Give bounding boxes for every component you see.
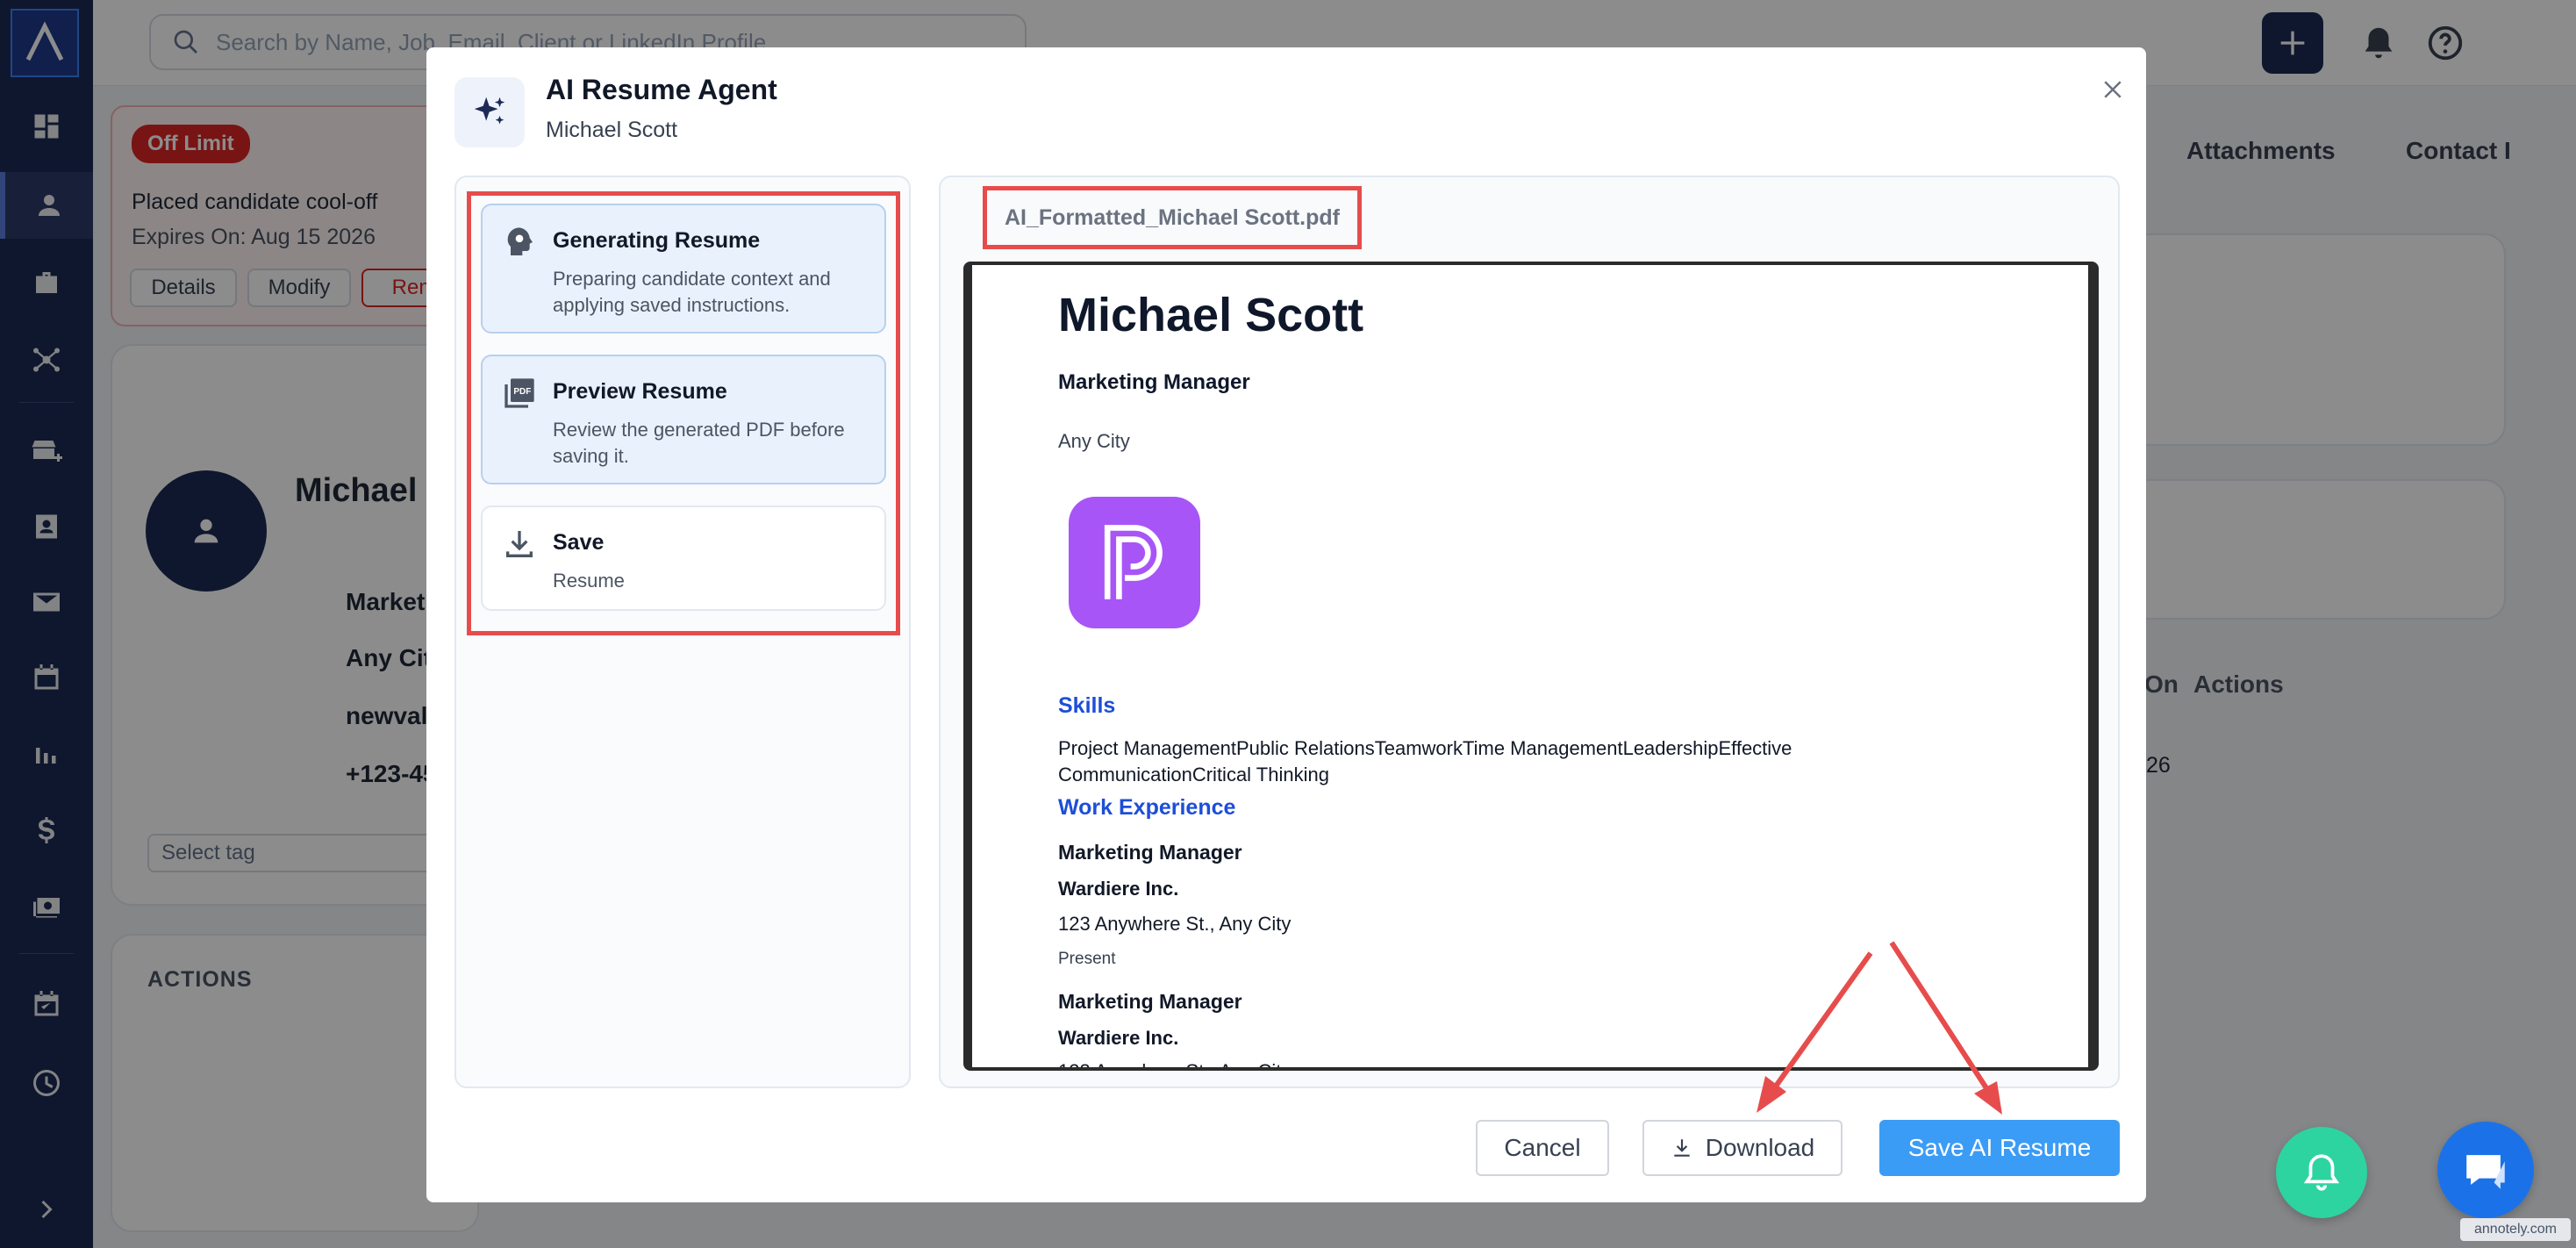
brand-logo-icon: [1104, 525, 1163, 599]
cancel-label: Cancel: [1504, 1134, 1581, 1161]
skills-heading: Skills: [1058, 693, 1116, 718]
close-button[interactable]: [2093, 70, 2132, 109]
resume-role: Marketing Manager: [1058, 370, 1250, 394]
modal-title: AI Resume Agent: [546, 74, 777, 105]
save-ai-resume-button[interactable]: Save AI Resume: [1879, 1120, 2120, 1176]
job-address: 123 Anywhere St., Any City: [1058, 913, 1292, 935]
job-company: Wardiere Inc.: [1058, 878, 1179, 900]
resume-name: Michael Scott: [1058, 289, 1364, 341]
skills-line: CommunicationCritical Thinking: [1058, 764, 1329, 785]
resume-city: Any City: [1058, 430, 1130, 452]
skills-line: Project ManagementPublic RelationsTeamwo…: [1058, 737, 1792, 759]
modal-subtitle: Michael Scott: [546, 118, 678, 142]
preview-panel: AI_Formatted_Michael Scott.pdf Michael S…: [939, 176, 2120, 1088]
chat-fab[interactable]: [2437, 1122, 2534, 1218]
job-address: 123 Anywhere St., Any City: [1058, 1058, 1291, 1067]
steps-annotation-box: [467, 191, 900, 635]
close-icon: [2104, 81, 2122, 98]
pdf-viewer[interactable]: Michael Scott Marketing Manager Any City…: [963, 262, 2099, 1071]
download-icon: [1674, 1139, 1690, 1157]
save-label: Save AI Resume: [1907, 1134, 2092, 1161]
chat-icon: [2466, 1155, 2505, 1189]
steps-panel: Generating Resume Preparing candidate co…: [454, 176, 911, 1088]
pdf-page: Michael Scott Marketing Manager Any City…: [972, 265, 2088, 1067]
download-label: Download: [1705, 1134, 1815, 1161]
notifications-fab[interactable]: [2276, 1127, 2367, 1218]
job-title: Marketing Manager: [1058, 990, 1242, 1013]
pdf-filename: AI_Formatted_Michael Scott.pdf: [983, 186, 1362, 249]
resume-logo: [1069, 497, 1200, 628]
job-company: Wardiere Inc.: [1058, 1027, 1179, 1049]
sparkles-icon: [474, 97, 505, 125]
watermark: annotely.com: [2460, 1218, 2571, 1241]
bell-icon: [2303, 1154, 2340, 1191]
job-period: Present: [1058, 950, 1116, 968]
job-title: Marketing Manager: [1058, 841, 1242, 864]
ai-resume-modal: AI Resume Agent Michael Scott Generating…: [426, 47, 2146, 1202]
work-heading: Work Experience: [1058, 795, 1236, 820]
ai-icon-box: [454, 77, 525, 147]
download-button[interactable]: Download: [1642, 1120, 1843, 1176]
cancel-button[interactable]: Cancel: [1476, 1120, 1609, 1176]
